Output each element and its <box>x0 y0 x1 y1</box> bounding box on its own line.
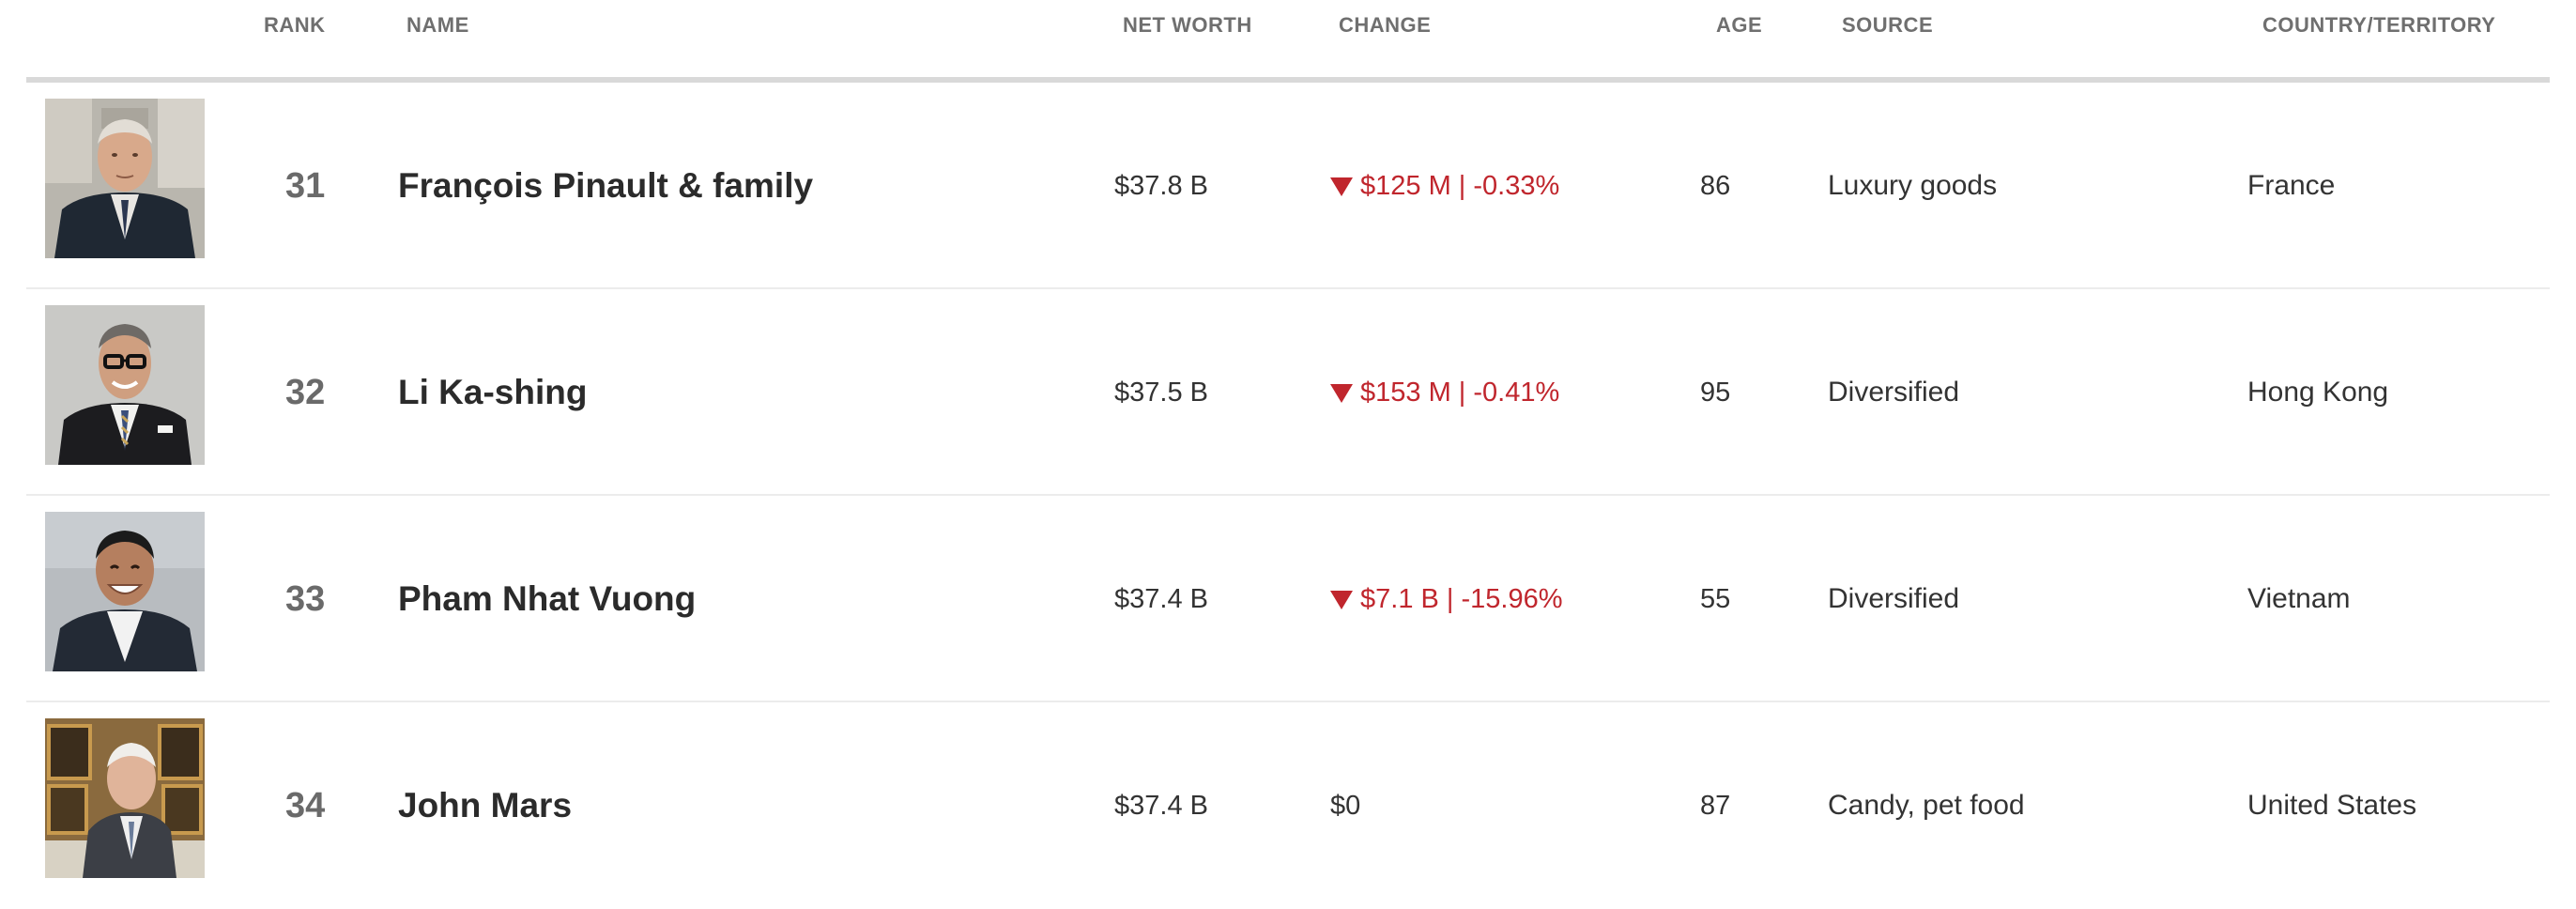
country-value: Vietnam <box>2247 583 2351 614</box>
person-name-link[interactable]: John Mars <box>398 702 572 909</box>
rank-value: 32 <box>285 372 326 412</box>
net-worth-value: $37.4 B <box>1114 790 1208 821</box>
down-triangle-icon <box>1330 177 1353 196</box>
down-triangle-icon <box>1330 591 1353 609</box>
change-amount: $0 <box>1330 790 1361 821</box>
person-portrait-photo-icon <box>45 718 205 878</box>
age-value: 95 <box>1700 377 1731 408</box>
table-row[interactable]: 33 Pham Nhat Vuong $37.4 B $7.1 B | -15.… <box>26 496 2550 702</box>
table-row[interactable]: 32 Li Ka-shing $37.5 B $153 M | -0.41% 9… <box>26 289 2550 496</box>
age-value: 86 <box>1700 170 1731 201</box>
change-amount: $153 M | -0.41% <box>1360 377 1560 408</box>
column-header-country[interactable]: COUNTRY/TERRITORY <box>2262 13 2495 38</box>
country-value: France <box>2247 170 2336 201</box>
age-value: 87 <box>1700 790 1731 821</box>
person-name-link[interactable]: Li Ka-shing <box>398 289 587 496</box>
country-value: United States <box>2247 790 2417 821</box>
change-value: $153 M | -0.41% <box>1330 289 1559 496</box>
source-value: Diversified <box>1828 377 1960 408</box>
person-portrait-photo-icon <box>45 512 205 671</box>
column-header-source[interactable]: SOURCE <box>1842 13 1933 38</box>
change-amount: $125 M | -0.33% <box>1360 170 1560 201</box>
change-value: $7.1 B | -15.96% <box>1330 496 1563 702</box>
age-value: 55 <box>1700 583 1731 614</box>
change-amount: $7.1 B | -15.96% <box>1360 583 1563 614</box>
person-photo[interactable] <box>45 718 205 878</box>
column-header-change[interactable]: CHANGE <box>1339 13 1431 38</box>
rank-value: 34 <box>285 785 326 825</box>
source-value: Diversified <box>1828 583 1960 614</box>
net-worth-value: $37.5 B <box>1114 377 1208 408</box>
down-triangle-icon <box>1330 384 1353 403</box>
person-portrait-photo-icon <box>45 305 205 465</box>
person-photo[interactable] <box>45 305 205 465</box>
table-header: RANK NAME NET WORTH CHANGE AGE SOURCE CO… <box>0 0 2576 77</box>
country-value: Hong Kong <box>2247 377 2389 408</box>
person-name-link[interactable]: François Pinault & family <box>398 83 813 289</box>
change-value: $125 M | -0.33% <box>1330 83 1559 289</box>
person-photo[interactable] <box>45 99 205 258</box>
billionaires-table: RANK NAME NET WORTH CHANGE AGE SOURCE CO… <box>0 0 2576 888</box>
change-value: $0 <box>1330 702 1360 909</box>
column-header-rank[interactable]: RANK <box>264 13 326 38</box>
net-worth-value: $37.8 B <box>1114 170 1208 201</box>
rank-value: 33 <box>285 578 326 619</box>
rank-value: 31 <box>285 165 326 206</box>
person-portrait-photo-icon <box>45 99 205 258</box>
column-header-age[interactable]: AGE <box>1716 13 1762 38</box>
column-header-net-worth[interactable]: NET WORTH <box>1123 13 1252 38</box>
table-row[interactable]: 31 François Pinault & family $37.8 B $12… <box>26 83 2550 289</box>
source-value: Candy, pet food <box>1828 790 2025 821</box>
net-worth-value: $37.4 B <box>1114 583 1208 614</box>
table-row[interactable]: 34 John Mars $37.4 B $0 87 Candy, pet fo… <box>26 702 2550 909</box>
source-value: Luxury goods <box>1828 170 1998 201</box>
person-name-link[interactable]: Pham Nhat Vuong <box>398 496 696 702</box>
column-header-name[interactable]: NAME <box>406 13 469 38</box>
person-photo[interactable] <box>45 512 205 671</box>
